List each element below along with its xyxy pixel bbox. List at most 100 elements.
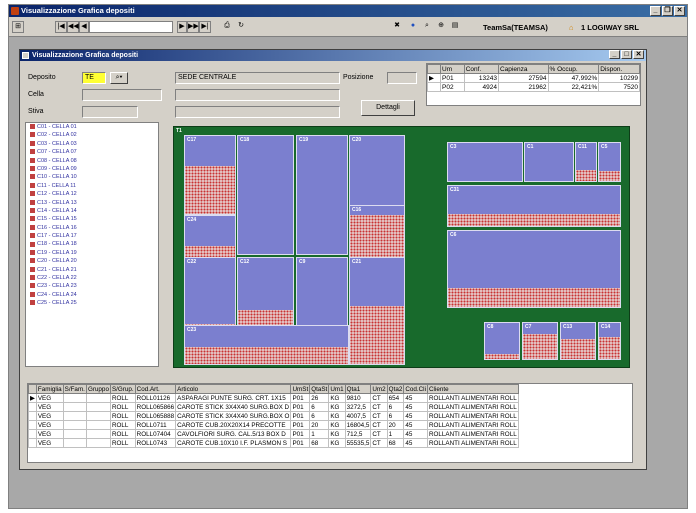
map-cell[interactable]: C16 — [349, 205, 405, 265]
map-cell[interactable]: C9 — [296, 257, 348, 329]
cell-list-item[interactable]: C21 - CELLA 21 — [26, 266, 158, 274]
article-column-header[interactable]: Cod.Art. — [134, 384, 177, 394]
cell-list-item[interactable]: C11 - CELLA 11 — [26, 182, 158, 190]
app-menu-icon[interactable]: ⊞ — [12, 21, 24, 33]
map-cell[interactable]: C3 — [447, 142, 523, 182]
dettagli-button[interactable]: Dettagli — [361, 100, 415, 116]
article-column-header[interactable]: Qta1 — [344, 384, 372, 394]
posizione-input[interactable] — [387, 72, 417, 84]
article-column-header[interactable]: S/Grup. — [109, 384, 136, 394]
map-cell[interactable]: C23 — [184, 325, 349, 365]
stiva-input[interactable] — [82, 106, 138, 118]
cell-list-item[interactable]: C10 - CELLA 10 — [26, 173, 158, 181]
map-cell[interactable]: C14 — [598, 322, 621, 360]
prev-page-button[interactable]: ◀◀ — [67, 21, 79, 33]
article-column-header[interactable]: UmSt — [290, 384, 311, 394]
summary-column-header[interactable]: % Occup. — [547, 64, 600, 74]
cell-list-item[interactable]: C17 - CELLA 17 — [26, 232, 158, 240]
inner-maximize-button[interactable]: □ — [621, 50, 632, 59]
map-cell[interactable]: C11 — [575, 142, 597, 182]
summary-column-header[interactable]: Um — [440, 64, 465, 74]
summary-row[interactable]: P02 4924 21962 22,421% 7520 — [427, 82, 640, 92]
article-row[interactable]: VEG ROLL ROLL065888 CAROTE STICK 3X4X40 SUR… — [28, 411, 519, 421]
map-cell[interactable]: C1 — [524, 142, 574, 182]
last-record-button[interactable]: ▶| — [199, 21, 211, 33]
article-column-header[interactable]: Qta2 — [386, 384, 405, 394]
article-column-header[interactable]: QtaSt — [309, 384, 330, 394]
minimize-button[interactable]: _ — [650, 6, 661, 16]
cell-list-item[interactable]: C09 - CELLA 09 — [26, 165, 158, 173]
map-cell[interactable]: C18 — [237, 135, 294, 255]
cell-list-item[interactable]: C03 - CELLA 03 — [26, 140, 158, 148]
cell-list-item[interactable]: C16 - CELLA 16 — [26, 224, 158, 232]
map-cell[interactable]: C17 — [184, 135, 236, 215]
help-icon[interactable]: ● — [407, 21, 419, 33]
article-column-header[interactable]: Um1 — [328, 384, 346, 394]
article-column-header[interactable]: Cod.Cli — [403, 384, 428, 394]
article-column-header[interactable]: Gruppo — [85, 384, 111, 394]
map-cell[interactable]: C13 — [560, 322, 596, 360]
map-cell[interactable]: C19 — [296, 135, 348, 255]
map-cell[interactable]: C24 — [184, 215, 236, 263]
cell-list-item[interactable]: C15 - CELLA 15 — [26, 215, 158, 223]
article-column-header[interactable]: Famiglia — [35, 384, 64, 394]
map-cell[interactable]: C7 — [522, 322, 558, 360]
inner-minimize-button[interactable]: _ — [609, 50, 620, 59]
article-row[interactable]: VEG ROLL ROLL07404 CAVOLFIORI SURG. CAL.5/1… — [28, 429, 519, 439]
cell-list-item[interactable]: C07 - CELLA 07 — [26, 148, 158, 156]
deposito-input[interactable]: TE — [82, 72, 106, 84]
cella-input[interactable] — [82, 89, 162, 101]
cell-list-item[interactable]: C23 - CELLA 23 — [26, 282, 158, 290]
summary-column-header[interactable]: Capienza — [497, 64, 549, 74]
summary-column-header[interactable]: Conf. — [463, 64, 499, 74]
map-cell[interactable]: C21 — [349, 257, 405, 365]
map-cell[interactable]: C8 — [484, 322, 520, 360]
cell-icon — [30, 199, 35, 205]
cell-list-item[interactable]: C14 - CELLA 14 — [26, 207, 158, 215]
refresh-icon[interactable]: ↻ — [235, 21, 247, 33]
cell-list-item[interactable]: C12 - CELLA 12 — [26, 190, 158, 198]
cell-list-item[interactable]: C13 - CELLA 13 — [26, 199, 158, 207]
print-icon[interactable]: ⎙ — [221, 21, 233, 33]
cell-list-item[interactable]: C25 - CELLA 25 — [26, 299, 158, 307]
map-area-label: T1 — [176, 128, 182, 134]
tools-icon[interactable]: ✖ — [391, 21, 403, 33]
next-page-button[interactable]: ▶▶ — [187, 21, 199, 33]
article-column-header[interactable]: Articolo — [175, 384, 292, 394]
article-row[interactable]: VEG ROLL ROLL065866 CAROTE STICK 3X4X40 SUR… — [28, 402, 519, 412]
cell-list-item[interactable]: C02 - CELLA 02 — [26, 131, 158, 139]
article-column-header[interactable]: Um2 — [370, 384, 388, 394]
search-icon[interactable]: ⌕ — [421, 21, 433, 33]
first-record-button[interactable]: |◀ — [55, 21, 67, 33]
zoom-icon[interactable]: ⊕ — [435, 21, 447, 33]
map-cell[interactable]: C22 — [184, 257, 236, 329]
summary-row[interactable]: ▶ P01 13243 27594 47,992% 10299 — [427, 73, 640, 83]
deposito-lookup-button[interactable]: ⌕▾ — [110, 72, 128, 84]
article-column-header[interactable]: S/Fam. — [62, 384, 87, 394]
map-cell[interactable]: C5 — [598, 142, 621, 182]
inner-close-button[interactable]: ✕ — [633, 50, 644, 59]
cell-list-item[interactable]: C22 - CELLA 22 — [26, 274, 158, 282]
article-row[interactable]: ▶ VEG ROLL ROLL01126 ASPARAGI PUNTE SURG. CR… — [28, 393, 519, 403]
article-row[interactable]: VEG ROLL ROLL0743 CAROTE CUB.10X10 I.F. PLA… — [28, 438, 519, 448]
cell-list-item[interactable]: C19 - CELLA 19 — [26, 249, 158, 257]
restore-button[interactable]: ❐ — [662, 6, 673, 16]
close-button[interactable]: ✕ — [674, 6, 685, 16]
map-cell[interactable]: C6 — [447, 230, 621, 308]
prev-record-button[interactable]: ◀ — [79, 21, 89, 33]
article-cell: ROLL — [109, 402, 136, 412]
cell-list-item[interactable]: C01 - CELLA 01 — [26, 123, 158, 131]
map-cell[interactable]: C31 — [447, 185, 621, 227]
document-icon[interactable]: ▤ — [449, 21, 461, 33]
map-cell[interactable]: C12 — [237, 257, 294, 329]
summary-column-header[interactable]: Dispon. — [598, 64, 640, 74]
cell-list-item[interactable]: C24 - CELLA 24 — [26, 291, 158, 299]
cell-list-item[interactable]: C08 - CELLA 08 — [26, 157, 158, 165]
article-row[interactable]: VEG ROLL ROLL0711 CAROTE CUB.20X20X14 PRECO… — [28, 420, 519, 430]
next-record-button[interactable]: ▶ — [177, 21, 187, 33]
article-column-header[interactable]: Cliente — [426, 384, 519, 394]
cell-list-item[interactable]: C20 - CELLA 20 — [26, 257, 158, 265]
article-cell: 26 — [309, 393, 330, 403]
cell-list-item[interactable]: C18 - CELLA 18 — [26, 240, 158, 248]
record-position-input[interactable] — [89, 21, 173, 33]
